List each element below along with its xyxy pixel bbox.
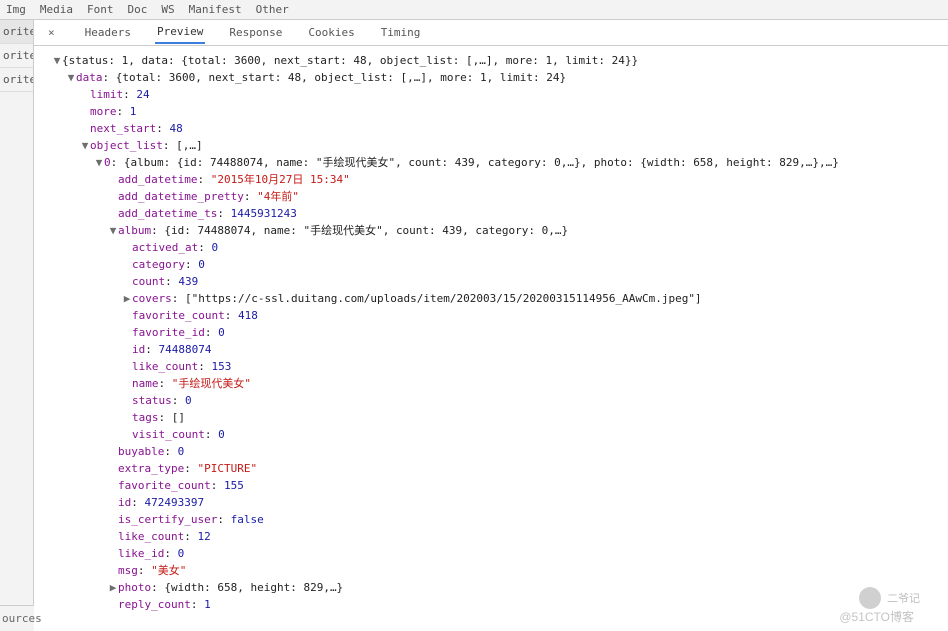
key-category[interactable]: category [132,258,185,271]
expand-icon[interactable]: ▼ [94,154,104,171]
key-limit[interactable]: limit [90,88,123,101]
val-data[interactable]: {total: 3600, next_start: 48, object_lis… [116,71,566,84]
tab-cookies[interactable]: Cookies [306,22,356,43]
tab-img[interactable]: Img [6,3,26,16]
val-actived-at: 0 [211,241,218,254]
val-tags: [] [172,411,185,424]
close-icon[interactable]: × [42,26,61,39]
request-item[interactable]: orite... [0,20,33,44]
key-album-id[interactable]: id [132,343,145,356]
expand-icon[interactable]: ▼ [66,69,76,86]
sidebar-tab-sources[interactable]: ources [0,605,34,631]
json-tree[interactable]: ▼{status: 1, data: {total: 3600, next_st… [34,46,948,631]
watermark-icon [859,587,881,609]
collapse-icon[interactable]: ▶ [108,579,118,596]
key-album[interactable]: album [118,224,151,237]
val-reply-count: 1 [204,598,211,611]
val-limit: 24 [136,88,149,101]
key-more[interactable]: more [90,105,117,118]
watermark: 二爷记 [859,587,920,609]
val-buyable: 0 [178,445,185,458]
key-extra-type[interactable]: extra_type [118,462,184,475]
tab-timing[interactable]: Timing [379,22,423,43]
tab-other[interactable]: Other [256,3,289,16]
key-like-id[interactable]: like_id [118,547,164,560]
val-add-datetime-pretty: "4年前" [257,190,299,203]
val-more: 1 [130,105,137,118]
request-item[interactable]: orite... [0,68,33,92]
key-index-0[interactable]: 0 [104,156,111,169]
key-add-datetime-ts[interactable]: add_datetime_ts [118,207,217,220]
key-name[interactable]: name [132,377,159,390]
val-favorite-count: 155 [224,479,244,492]
val-category: 0 [198,258,205,271]
val-status: 0 [185,394,192,407]
key-object-list[interactable]: object_list [90,139,163,152]
key-like-count[interactable]: like_count [118,530,184,543]
val-id: 472493397 [145,496,205,509]
expand-icon[interactable]: ▼ [108,222,118,239]
key-tags[interactable]: tags [132,411,159,424]
key-buyable[interactable]: buyable [118,445,164,458]
filter-tabs: Img Media Font Doc WS Manifest Other [0,0,948,20]
tab-manifest[interactable]: Manifest [189,3,242,16]
request-list: orite... orite... orite... ources [0,20,34,631]
watermark-title: 二爷记 [887,590,920,606]
val-count: 439 [178,275,198,288]
key-actived-at[interactable]: actived_at [132,241,198,254]
key-like-count-album[interactable]: like_count [132,360,198,373]
key-favorite-count[interactable]: favorite_count [118,479,211,492]
key-count[interactable]: count [132,275,165,288]
expand-icon[interactable]: ▼ [52,52,62,69]
key-id[interactable]: id [118,496,131,509]
key-covers[interactable]: covers [132,292,172,305]
key-add-datetime-pretty[interactable]: add_datetime_pretty [118,190,244,203]
val-msg: "美女" [151,564,186,577]
val-object-list[interactable]: [,…] [176,139,203,152]
key-status[interactable]: status [132,394,172,407]
key-is-certify-user[interactable]: is_certify_user [118,513,217,526]
key-reply-count[interactable]: reply_count [118,598,191,611]
val-next-start: 48 [169,122,182,135]
key-favorite-count-album[interactable]: favorite_count [132,309,225,322]
val-index-0[interactable]: {album: {id: 74488074, name: "手绘现代美女", c… [124,156,839,169]
tab-media[interactable]: Media [40,3,73,16]
val-add-datetime-ts: 1445931243 [231,207,297,220]
val-favorite-id: 0 [218,326,225,339]
key-favorite-id[interactable]: favorite_id [132,326,205,339]
val-album[interactable]: {id: 74488074, name: "手绘现代美女", count: 43… [164,224,568,237]
request-item[interactable]: orite... [0,44,33,68]
val-name: "手绘现代美女" [172,377,251,390]
key-data[interactable]: data [76,71,103,84]
val-album-id: 74488074 [159,343,212,356]
expand-icon[interactable]: ▼ [80,137,90,154]
val-photo[interactable]: {width: 658, height: 829,…} [164,581,343,594]
tab-doc[interactable]: Doc [128,3,148,16]
val-covers[interactable]: ["https://c-ssl.duitang.com/uploads/item… [185,292,702,305]
val-like-count-album: 153 [211,360,231,373]
key-next-start[interactable]: next_start [90,122,156,135]
key-add-datetime[interactable]: add_datetime [118,173,197,186]
tab-font[interactable]: Font [87,3,114,16]
tab-response[interactable]: Response [227,22,284,43]
val-like-count: 12 [197,530,210,543]
key-visit-count[interactable]: visit_count [132,428,205,441]
tab-ws[interactable]: WS [161,3,174,16]
val-visit-count: 0 [218,428,225,441]
tab-headers[interactable]: Headers [83,22,133,43]
watermark-subtitle: @51CTO博客 [839,608,914,625]
tab-preview[interactable]: Preview [155,21,205,44]
collapse-icon[interactable]: ▶ [122,290,132,307]
val-extra-type: "PICTURE" [197,462,257,475]
key-photo[interactable]: photo [118,581,151,594]
val-is-certify-user: false [231,513,264,526]
detail-tabs: × Headers Preview Response Cookies Timin… [34,20,948,46]
val-add-datetime: "2015年10月27日 15:34" [211,173,350,186]
val-like-id: 0 [178,547,185,560]
key-msg[interactable]: msg [118,564,138,577]
val-favorite-count-album: 418 [238,309,258,322]
tree-root[interactable]: {status: 1, data: {total: 3600, next_sta… [62,54,638,67]
